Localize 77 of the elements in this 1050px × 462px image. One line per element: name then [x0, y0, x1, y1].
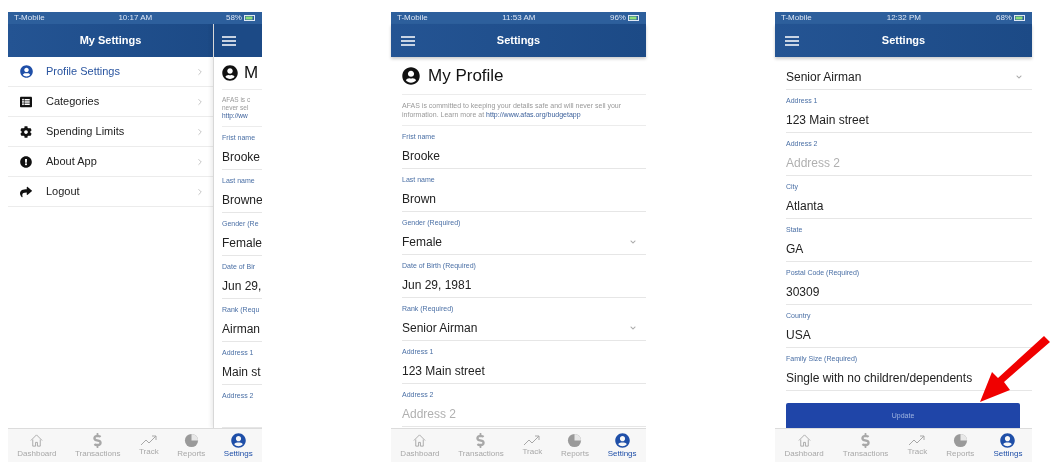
share-arrow-icon: [20, 185, 32, 198]
field-value: Female: [222, 235, 262, 251]
dropdown-caret-icon: [630, 239, 636, 245]
battery-percent: 96%: [609, 13, 626, 23]
tab-bar-item[interactable]: Settings: [993, 432, 1023, 459]
field-value: Senior Airman: [402, 320, 478, 336]
battery-icon: [244, 15, 256, 21]
pie-chart-icon: [952, 432, 968, 448]
form-field[interactable]: Senior Airman: [786, 57, 1032, 90]
profile-heading: M: [244, 62, 259, 85]
user-icon: [614, 432, 630, 448]
battery-percent: 58%: [225, 13, 242, 23]
header-title: My Settings: [79, 33, 142, 49]
chevron-icon: [195, 126, 205, 137]
menu-icon[interactable]: [222, 35, 236, 46]
menu-item[interactable]: Logout: [8, 177, 213, 207]
menu-item[interactable]: Profile Settings: [8, 57, 213, 87]
clock-time: 12:32 PM: [886, 13, 921, 23]
field-value: Senior Airman: [786, 69, 862, 85]
dropdown-caret-icon: [630, 325, 636, 331]
clock-time: 10:17 AM: [118, 13, 153, 23]
battery-percent: 68%: [995, 13, 1012, 23]
field-value: 123 Main street: [402, 363, 485, 379]
house-icon: [412, 432, 428, 448]
field-value: Jun 29, 1981: [402, 277, 473, 293]
field-value: Female: [402, 234, 443, 250]
chevron-icon: [195, 156, 205, 167]
tab-bar-item[interactable]: Settings: [223, 432, 253, 459]
profile-heading: My Profile: [428, 64, 504, 87]
field-value: Brown: [402, 191, 436, 207]
header-title: Settings: [495, 33, 542, 49]
house-icon: [29, 432, 45, 448]
field-value: Browne: [222, 192, 262, 208]
carrier-text: T-Mobile: [14, 13, 45, 23]
battery-icon: [1014, 15, 1026, 21]
carrier-text: T-Mobile: [397, 13, 428, 23]
field-placeholder: Address 2: [402, 406, 457, 422]
dropdown-caret-icon: [1016, 74, 1022, 80]
field-value: Brooke: [402, 148, 441, 164]
user-icon: [230, 432, 246, 448]
field-value: 30309: [786, 284, 821, 300]
field-value: Jun 29,: [222, 278, 262, 294]
carrier-text: T-Mobile: [781, 13, 812, 23]
field-value: GA: [786, 241, 804, 257]
field-value: Airman: [222, 321, 260, 337]
menu-item[interactable]: Categories: [8, 87, 213, 117]
gear-icon: [20, 125, 32, 138]
pie-chart-icon: [567, 432, 583, 448]
user-icon: [222, 65, 238, 81]
field-value: 123 Main street: [786, 112, 869, 128]
trend-line-icon: [908, 434, 927, 446]
pie-chart-icon: [183, 432, 199, 448]
battery-icon: [628, 15, 640, 21]
field-value: Atlanta: [786, 198, 824, 214]
menu-icon[interactable]: [785, 35, 799, 46]
trend-line-icon: [523, 434, 542, 446]
user-icon: [20, 65, 33, 78]
clock-time: 11:53 AM: [502, 13, 536, 23]
menu-item[interactable]: Spending Limits: [8, 117, 213, 147]
field-value: USA: [786, 327, 811, 343]
field-placeholder: Address 2: [786, 155, 841, 171]
header-title: Settings: [880, 33, 927, 49]
field-value: Brooke: [222, 149, 261, 165]
menu-icon[interactable]: [401, 35, 415, 46]
menu-item[interactable]: About App: [8, 147, 213, 177]
chevron-icon: [195, 96, 205, 107]
field-value: Single with no children/dependents: [786, 370, 973, 386]
house-icon: [796, 432, 812, 448]
user-icon: [402, 66, 420, 85]
list-icon: [20, 95, 32, 108]
exclamation-icon: [20, 155, 32, 168]
tab-bar-item[interactable]: Settings: [607, 432, 637, 459]
trend-line-icon: [139, 434, 158, 446]
user-icon: [1000, 432, 1016, 448]
field-value: Main st: [222, 364, 261, 380]
chevron-icon: [195, 66, 205, 77]
chevron-icon: [195, 186, 205, 197]
